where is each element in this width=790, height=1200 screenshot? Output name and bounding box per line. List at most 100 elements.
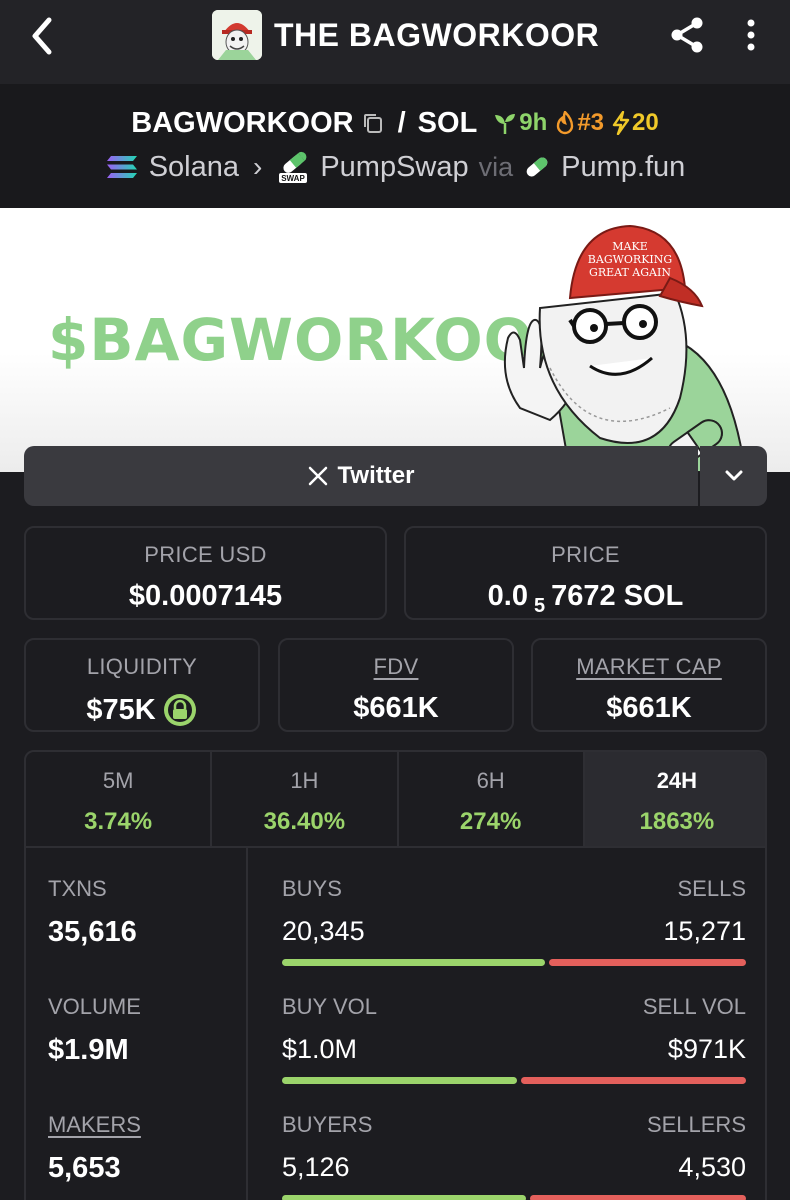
sells-value: 15,271 — [663, 916, 746, 946]
twitter-label: Twitter — [337, 462, 415, 489]
chain-link[interactable]: Solana — [149, 151, 239, 184]
more-options-button[interactable] — [736, 12, 766, 58]
top-bar: THE BAGWORKOOR — [0, 0, 790, 84]
fdv-card[interactable]: FDV $661K — [278, 638, 514, 732]
liquidity-card: LIQUIDITY $75K — [24, 638, 260, 732]
buy-vol-value: $1.0M — [282, 1034, 358, 1064]
market-cap-value: $661K — [606, 692, 692, 724]
txns-value: 35,616 — [48, 916, 137, 948]
volume-value: $1.9M — [48, 1034, 129, 1066]
market-cap-label[interactable]: MARKET CAP — [533, 654, 765, 680]
share-button[interactable] — [664, 12, 710, 58]
copy-icon — [363, 114, 382, 133]
makers-metric[interactable]: MAKERS 5,653 — [48, 1112, 141, 1185]
buy-vol-label: BUY VOL — [282, 994, 377, 1019]
buys-sells-ratio-bar — [282, 959, 746, 966]
price-native-card: PRICE 0.0 5 7672 SOL — [404, 526, 767, 620]
tab-24h[interactable]: 24H 1863% — [584, 752, 765, 846]
liquidity-value: $75K — [86, 693, 156, 726]
pumpswap-icon: SWAP — [279, 151, 308, 183]
buy-bar — [282, 959, 545, 966]
tab-change: 1863% — [639, 808, 715, 835]
volume-label: VOLUME — [48, 994, 141, 1019]
chevron-down-icon — [725, 470, 742, 481]
sell-bar — [530, 1195, 746, 1200]
sell-vol-label: SELL VOL — [642, 994, 746, 1019]
makers-value: 5,653 — [48, 1152, 121, 1184]
token-avatar — [212, 10, 262, 60]
trending-rank[interactable]: #3 — [555, 109, 604, 137]
tab-change: 3.74% — [84, 808, 153, 835]
tab-change: 36.40% — [263, 808, 346, 835]
hat-line-2: BAGWORKING — [588, 253, 672, 266]
tab-label: 24H — [656, 768, 698, 793]
makers-label[interactable]: MAKERS — [48, 1112, 141, 1138]
stats-panel: 5M 3.74% 1H 36.40% 6H 274% 24H 1863% TXN… — [24, 750, 767, 1200]
quote-token-symbol: SOL — [417, 106, 478, 139]
txns-label: TXNS — [48, 876, 107, 901]
volume-ratio-bar — [282, 1077, 746, 1084]
solana-icon — [106, 156, 137, 178]
sellers-label: SELLERS — [646, 1112, 746, 1137]
route-breadcrumb: Solana › SWAP PumpSwap via Pump.fun — [0, 146, 790, 188]
socials-dropdown-button[interactable] — [700, 446, 767, 506]
sellers-value: 4,530 — [678, 1152, 746, 1182]
lightning-icon — [612, 111, 630, 135]
share-icon — [671, 17, 703, 53]
mascot-illustration: MAKE BAGWORKING GREAT AGAIN — [503, 224, 747, 472]
seedling-icon — [495, 114, 516, 134]
tab-change: 274% — [459, 808, 522, 835]
back-button[interactable] — [22, 14, 62, 58]
txns-metric: TXNS 35,616 — [48, 876, 137, 949]
price-native-zero-count: 5 — [534, 595, 546, 617]
pair-row: BAGWORKOOR / SOL 9h #3 20 — [0, 102, 790, 144]
x-logo-icon — [308, 466, 327, 486]
hat-line-3: GREAT AGAIN — [589, 266, 671, 279]
locked-liquidity-icon[interactable] — [162, 692, 198, 728]
copy-address-button[interactable] — [362, 111, 386, 135]
fdv-value: $661K — [353, 692, 439, 724]
liquidity-label: LIQUIDITY — [86, 654, 198, 679]
token-banner: $BAGWORKOOR MAKE BAGWORKING GREAT AGAIN — [0, 208, 790, 472]
tab-label: 5M — [102, 768, 134, 793]
fdv-label[interactable]: FDV — [280, 654, 512, 680]
buys-value: 20,345 — [282, 916, 365, 946]
liquidity-value-row: $75K — [26, 692, 258, 728]
tab-5m[interactable]: 5M 3.74% — [26, 752, 213, 846]
sells-label: SELLS — [677, 876, 747, 901]
buyers-sellers-split: BUYERS SELLERS 5,126 4,530 — [282, 1112, 746, 1200]
dex-link[interactable]: PumpSwap — [320, 151, 468, 184]
sell-bar — [520, 1077, 746, 1084]
pair-age: 9h — [493, 109, 547, 137]
tab-6h[interactable]: 6H 274% — [399, 752, 585, 846]
page-title: THE BAGWORKOOR — [274, 17, 600, 53]
pair-separator: / — [397, 106, 406, 139]
price-native-prefix: 0.0 — [487, 580, 528, 612]
base-token-symbol: BAGWORKOOR — [131, 106, 354, 139]
volume-metric: VOLUME $1.9M — [48, 994, 141, 1067]
price-usd-label: PRICE USD — [144, 542, 267, 567]
buyers-value: 5,126 — [282, 1152, 350, 1182]
tab-label: 6H — [476, 768, 505, 793]
flame-icon — [557, 111, 574, 135]
price-usd-value: $0.0007145 — [128, 580, 283, 612]
buy-bar — [282, 1195, 527, 1200]
pair-header: BAGWORKOOR / SOL 9h #3 20 Solana › SWAP … — [0, 84, 790, 208]
buys-sells-split: BUYS SELLS 20,345 15,271 — [282, 876, 746, 966]
buys-label: BUYS — [282, 876, 342, 901]
chevron-left-icon — [32, 17, 52, 55]
twitter-link-button[interactable]: Twitter — [24, 446, 698, 506]
price-native-value: 0.0 5 7672 SOL — [406, 580, 765, 617]
boost-count[interactable]: 20 — [612, 109, 659, 137]
buyers-label: BUYERS — [282, 1112, 373, 1137]
launchpad-link[interactable]: Pump.fun — [561, 151, 685, 184]
tab-1h[interactable]: 1H 36.40% — [212, 752, 399, 846]
sell-vol-value: $971K — [667, 1034, 746, 1064]
tab-label: 1H — [290, 768, 319, 793]
price-native-label: PRICE — [551, 542, 620, 567]
chevron-right-icon: › — [253, 151, 263, 182]
dex-badge-text: SWAP — [282, 174, 306, 183]
pair-age-value: 9h — [519, 109, 548, 136]
sell-bar — [548, 959, 746, 966]
market-cap-card[interactable]: MARKET CAP $661K — [531, 638, 767, 732]
